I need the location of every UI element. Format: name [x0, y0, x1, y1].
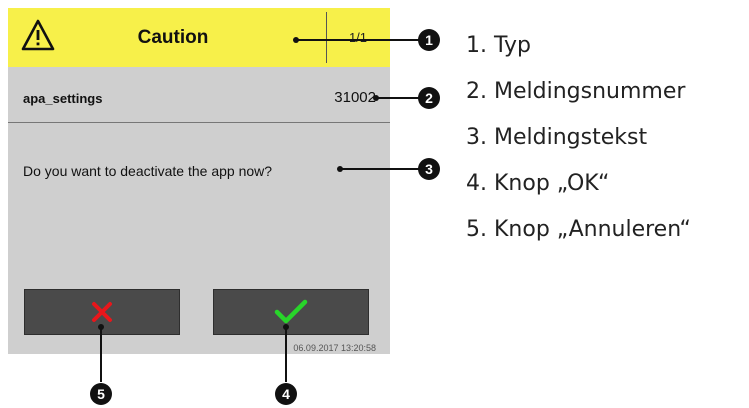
- callout-number-5: 5: [97, 386, 105, 402]
- legend-item-number: 5.: [466, 217, 487, 242]
- callout-markers: [90, 29, 440, 405]
- legend-item-number: 1.: [466, 33, 487, 58]
- legend-item-label: Knop „Annuleren“: [494, 217, 691, 242]
- callout-dot-3: [337, 166, 343, 172]
- legend-item: 3. Meldingstekst: [466, 118, 691, 164]
- legend-item-label: Meldingstekst: [494, 125, 648, 150]
- callout-number-2: 2: [425, 90, 433, 106]
- callout-lines: [100, 39, 420, 382]
- legend-item: 5. Knop „Annuleren“: [466, 210, 691, 256]
- legend-list: 1. Typ 2. Meldingsnummer 3. Meldingsteks…: [466, 26, 691, 256]
- callout-number-1: 1: [425, 32, 433, 48]
- legend-item-label: Knop „OK“: [494, 171, 610, 196]
- legend-item-number: 2.: [466, 79, 487, 104]
- legend-item-label: Meldingsnummer: [494, 79, 686, 104]
- legend-item-number: 4.: [466, 171, 487, 196]
- legend-item: 4. Knop „OK“: [466, 164, 691, 210]
- callout-number-3: 3: [425, 161, 433, 177]
- callout-dot-2: [373, 95, 379, 101]
- legend-item-label: Typ: [494, 33, 531, 58]
- callout-dot-4: [283, 324, 289, 330]
- legend-item: 1. Typ: [466, 26, 691, 72]
- callout-dot-5: [98, 324, 104, 330]
- legend-item-number: 3.: [466, 125, 487, 150]
- callout-number-4: 4: [282, 386, 290, 402]
- legend-item: 2. Meldingsnummer: [466, 72, 691, 118]
- callout-dot-1: [293, 37, 299, 43]
